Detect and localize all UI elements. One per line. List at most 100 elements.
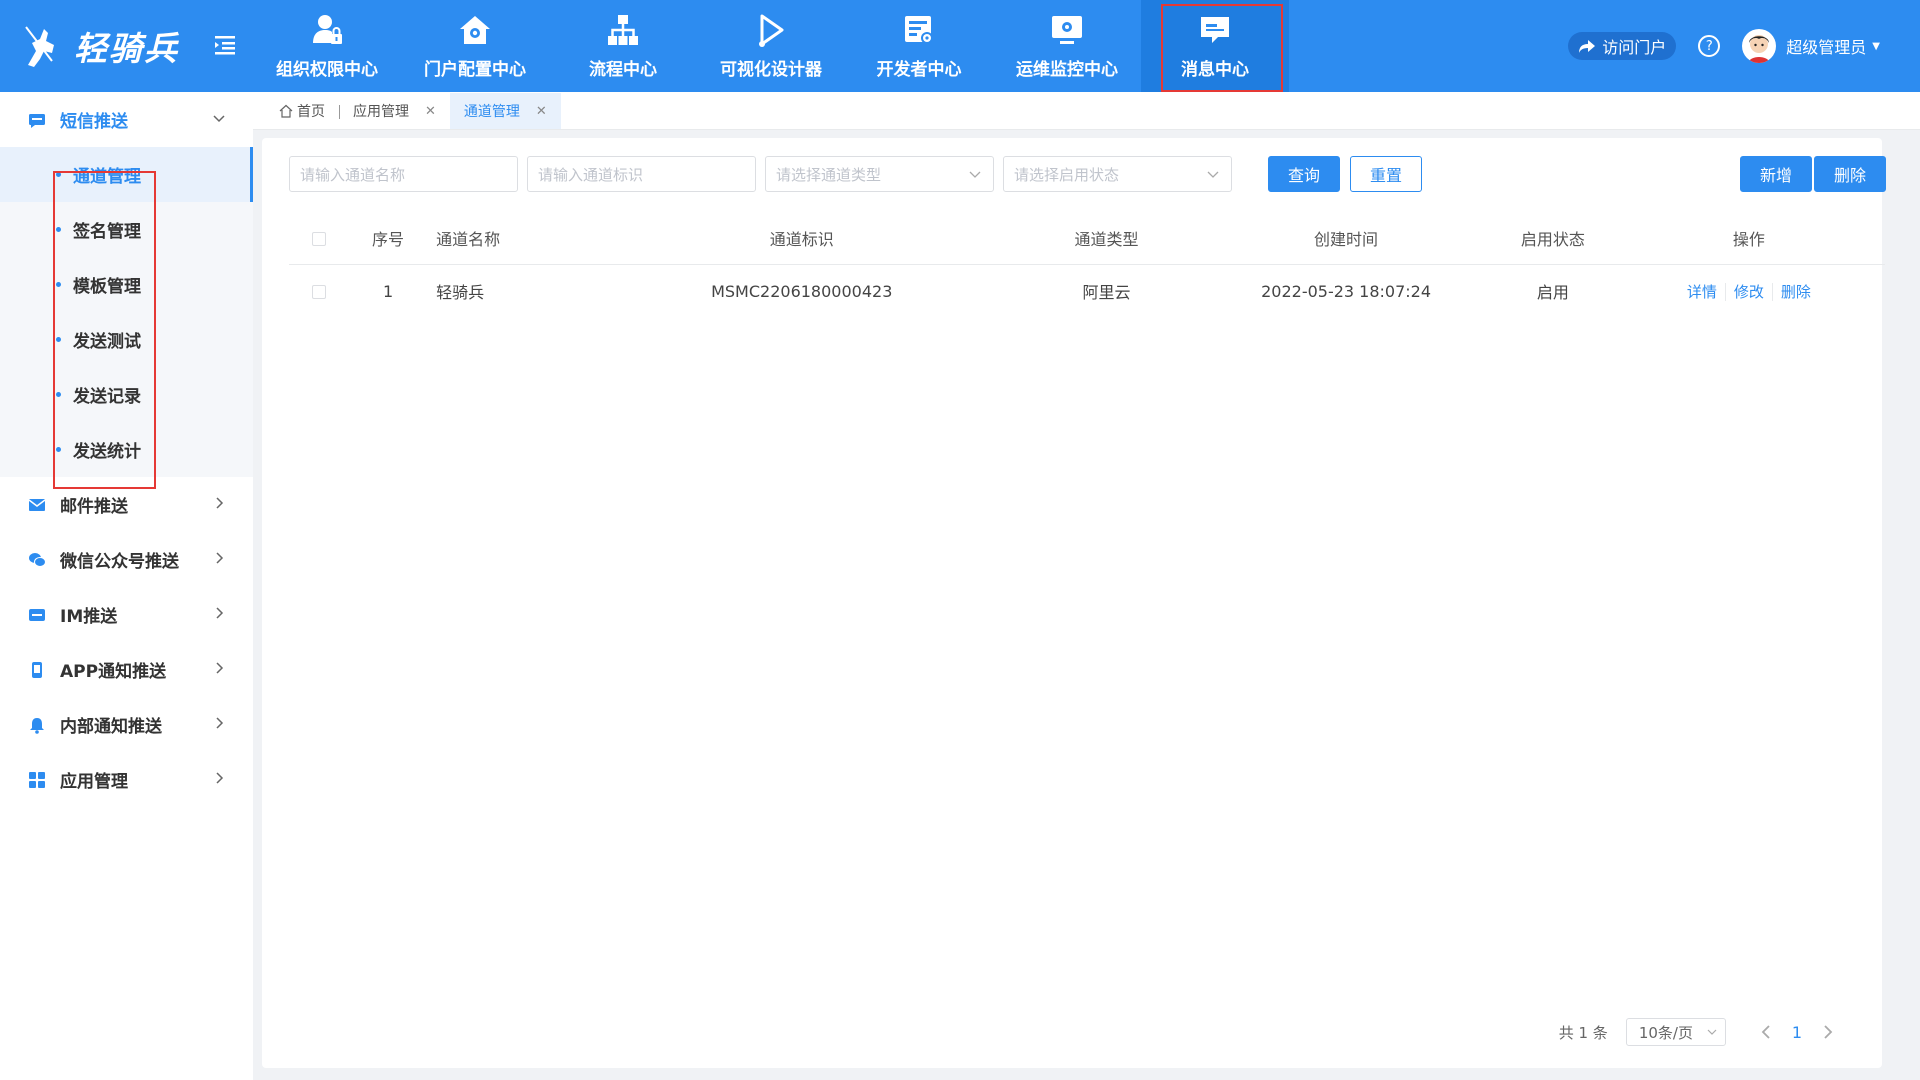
- chevron-down-icon: [1707, 1029, 1717, 1035]
- sidebar-item-template-manage[interactable]: 模板管理: [0, 257, 253, 312]
- col-header-name: 通道名称: [426, 212, 590, 265]
- tab-home[interactable]: 首页: [265, 93, 339, 129]
- col-header-flag: 通道标识: [589, 212, 1015, 265]
- cell-type: 阿里云: [1082, 283, 1131, 303]
- cell-ops: 详情 修改 删除: [1613, 264, 1885, 318]
- channel-table: 序号 通道名称 通道标识 通道类型 创建时间 启用状态 操作 1 轻骑兵 MSM…: [289, 212, 1885, 318]
- nav-workflow[interactable]: 流程中心: [549, 0, 697, 92]
- content-card: 请输入通道名称 请输入通道标识 请选择通道类型 请选择启用状态 查询 重置 新增…: [262, 138, 1886, 1068]
- menu-im-push[interactable]: IM推送: [0, 587, 253, 642]
- wechat-icon: [29, 552, 46, 567]
- home-gear-icon: [460, 15, 490, 44]
- nav-portal-config[interactable]: 门户配置中心: [401, 0, 549, 92]
- menu-sms-push[interactable]: 短信推送: [0, 92, 253, 147]
- sidebar: 短信推送 通道管理 签名管理 模板管理 发送测试 发送记录 发送统计 邮件推送 …: [0, 92, 253, 1080]
- user-avatar-icon: [1748, 35, 1771, 63]
- close-icon[interactable]: ✕: [536, 104, 547, 119]
- page-size-select[interactable]: 10条/页: [1625, 1018, 1726, 1046]
- help-icon[interactable]: ?: [1698, 35, 1721, 57]
- app-icon: [32, 661, 42, 678]
- select-all-checkbox[interactable]: [312, 231, 327, 246]
- select-all-cell: [289, 212, 350, 265]
- caret-down-icon[interactable]: ▼: [1872, 41, 1880, 52]
- menu-internal-notify-push[interactable]: 内部通知推送: [0, 697, 253, 752]
- cell-created: 2022-05-23 18:07:24: [1261, 281, 1432, 301]
- monitor-icon: [1052, 15, 1082, 44]
- chevron-down-icon: [969, 171, 981, 178]
- chevron-right-icon: [216, 497, 224, 509]
- col-header-created: 创建时间: [1199, 212, 1494, 265]
- pagination: 共 1 条 10条/页 1: [1559, 1018, 1848, 1046]
- row-checkbox[interactable]: [312, 285, 327, 300]
- sidebar-item-send-records[interactable]: 发送记录: [0, 367, 253, 422]
- col-header-no: 序号: [349, 212, 427, 265]
- nav-visual-designer[interactable]: 可视化设计器: [697, 0, 845, 92]
- collapse-menu-icon[interactable]: [212, 32, 238, 58]
- tab-app-manage[interactable]: 应用管理 ✕: [339, 93, 450, 129]
- logo-text: 轻骑兵: [74, 29, 179, 68]
- top-navigation-bar: 轻骑兵 组织权限中心 门户配置中心 流程中心 可视化设计器 开发者中心 运维监控…: [0, 0, 1920, 92]
- sidebar-item-send-test[interactable]: 发送测试: [0, 312, 253, 367]
- share-arrow-icon: [1579, 40, 1596, 53]
- table-header-row: 序号 通道名称 通道标识 通道类型 创建时间 启用状态 操作: [289, 212, 1885, 265]
- edit-link[interactable]: 修改: [1724, 282, 1772, 301]
- mail-icon: [28, 498, 46, 511]
- sms-icon: [29, 113, 45, 128]
- query-button[interactable]: 查询: [1268, 156, 1340, 192]
- message-icon: [1201, 16, 1229, 43]
- org-chart-icon: [608, 14, 638, 45]
- reset-button[interactable]: 重置: [1350, 156, 1422, 192]
- pagination-total: 共 1 条: [1558, 1023, 1608, 1042]
- nav-message-center[interactable]: 消息中心: [1141, 0, 1289, 92]
- chevron-right-icon: [216, 607, 224, 619]
- chevron-right-icon: [216, 552, 224, 564]
- chevron-right-icon: [216, 662, 224, 674]
- menu-app-manage[interactable]: 应用管理: [0, 752, 253, 807]
- grid-icon: [29, 771, 45, 788]
- menu-wechat-push[interactable]: 微信公众号推送: [0, 532, 253, 587]
- delete-button[interactable]: 删除: [1814, 156, 1886, 192]
- next-page-icon[interactable]: [1818, 1022, 1838, 1042]
- nav-developer[interactable]: 开发者中心: [845, 0, 993, 92]
- page-number[interactable]: 1: [1792, 1023, 1802, 1042]
- user-lock-icon: [313, 14, 342, 44]
- sidebar-item-channel-manage[interactable]: 通道管理: [0, 147, 253, 202]
- visit-portal-button[interactable]: 访问门户: [1568, 32, 1677, 60]
- play-design-icon: [759, 14, 784, 47]
- tab-channel-manage[interactable]: 通道管理 ✕: [449, 93, 561, 129]
- col-header-ops: 操作: [1612, 212, 1885, 265]
- bell-icon: [30, 717, 44, 734]
- user-name[interactable]: 超级管理员: [1786, 34, 1866, 58]
- enable-status-select[interactable]: 请选择启用状态: [1003, 156, 1232, 192]
- sidebar-item-send-stats[interactable]: 发送统计: [0, 422, 253, 477]
- chevron-right-icon: [216, 717, 224, 729]
- row-delete-link[interactable]: 删除: [1771, 282, 1819, 301]
- channel-type-select[interactable]: 请选择通道类型: [765, 156, 994, 192]
- cell-status: 启用: [1536, 283, 1569, 303]
- col-header-type: 通道类型: [1014, 212, 1200, 265]
- row-select-cell: [289, 264, 350, 318]
- nav-ops-monitor[interactable]: 运维监控中心: [993, 0, 1141, 92]
- add-button[interactable]: 新增: [1740, 156, 1812, 192]
- chevron-right-icon: [216, 772, 224, 784]
- nav-org-permission[interactable]: 组织权限中心: [253, 0, 401, 92]
- menu-app-notify-push[interactable]: APP通知推送: [0, 642, 253, 697]
- cell-name: 轻骑兵: [436, 283, 485, 303]
- main-nav: 组织权限中心 门户配置中心 流程中心 可视化设计器 开发者中心 运维监控中心 消…: [253, 0, 1289, 92]
- sms-submenu: 通道管理 签名管理 模板管理 发送测试 发送记录 发送统计: [0, 147, 253, 477]
- table-row: 1 轻骑兵 MSMC2206180000423 阿里云 2022-05-23 1…: [289, 264, 1885, 318]
- close-icon[interactable]: ✕: [425, 104, 436, 119]
- channel-flag-input[interactable]: 请输入通道标识: [527, 156, 756, 192]
- sidebar-item-signature-manage[interactable]: 签名管理: [0, 202, 253, 257]
- cell-no: 1: [382, 281, 394, 301]
- prev-page-icon[interactable]: [1756, 1022, 1776, 1042]
- avatar[interactable]: [1742, 29, 1777, 63]
- detail-link[interactable]: 详情: [1679, 283, 1725, 301]
- cell-flag: MSMC2206180000423: [711, 281, 893, 301]
- filter-bar: 请输入通道名称 请输入通道标识 请选择通道类型 请选择启用状态: [289, 156, 1241, 192]
- im-icon: [29, 608, 45, 621]
- menu-mail-push[interactable]: 邮件推送: [0, 477, 253, 532]
- chevron-down-icon: [1207, 171, 1219, 178]
- dev-doc-icon: [905, 15, 933, 44]
- channel-name-input[interactable]: 请输入通道名称: [289, 156, 518, 192]
